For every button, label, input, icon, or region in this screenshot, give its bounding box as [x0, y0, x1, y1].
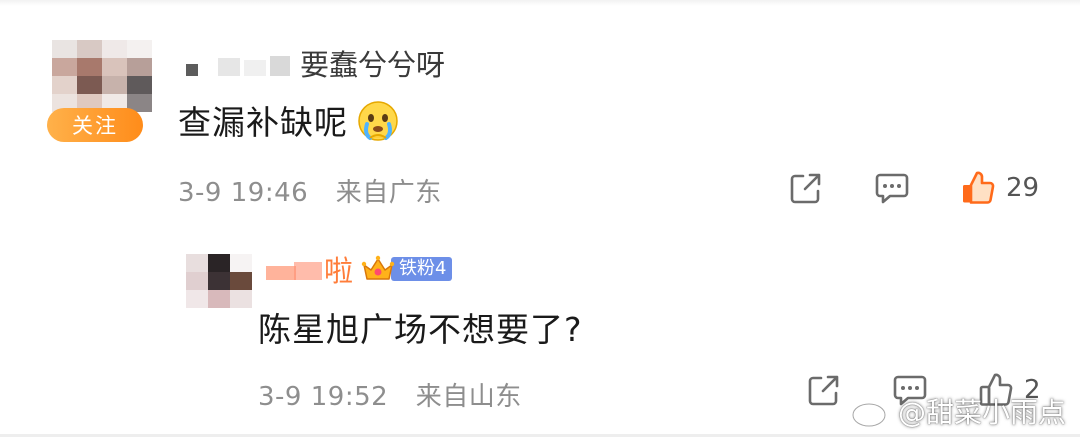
commenter-name[interactable]: 啦 铁粉4 — [266, 248, 453, 290]
commenter-avatar[interactable] — [52, 40, 152, 112]
comment-text: 查漏补缺呢 — [178, 96, 400, 144]
comment-time: 3-9 19:46 — [178, 178, 309, 208]
comment-actions: 29 — [786, 168, 1039, 208]
comment-location: 来自广东 — [335, 178, 442, 208]
commenter-name-text: 要蠢兮兮呀 — [300, 48, 446, 82]
share-icon[interactable] — [786, 168, 826, 208]
comment-location: 来自山东 — [415, 382, 522, 412]
fan-badge-label: 铁粉4 — [391, 257, 453, 281]
crying-face-emoji-icon — [356, 98, 400, 142]
comment-text: 陈星旭广场不想要了? — [258, 303, 583, 351]
reply-icon[interactable] — [872, 168, 912, 208]
watermark-text: @甜菜小雨点 — [897, 396, 1066, 429]
comment-meta: 3-9 19:46 来自广东 — [178, 172, 442, 209]
commenter-avatar[interactable] — [186, 254, 252, 308]
follow-label: 关注 — [72, 114, 118, 138]
fan-badge: 铁粉4 — [361, 254, 453, 284]
commenter-name-text: 啦 — [324, 254, 354, 288]
name-mosaic — [266, 254, 324, 284]
comment-text-content: 陈星旭广场不想要了? — [258, 310, 583, 349]
like-count: 29 — [1006, 173, 1040, 203]
comment-time: 3-9 19:52 — [258, 382, 389, 412]
like-icon[interactable] — [958, 168, 998, 208]
weibo-logo-icon — [850, 394, 894, 428]
name-mosaic — [182, 48, 300, 78]
commenter-name[interactable]: 要蠢兮兮呀 — [182, 42, 445, 84]
top-edge — [0, 0, 1080, 6]
watermark: @甜菜小雨点 — [850, 391, 1066, 431]
crown-icon — [361, 254, 395, 284]
comment-meta: 3-9 19:52 来自山东 — [258, 376, 522, 413]
follow-button[interactable]: 关注 — [47, 108, 143, 142]
comment-text-content: 查漏补缺呢 — [178, 103, 348, 142]
share-icon[interactable] — [804, 370, 844, 410]
